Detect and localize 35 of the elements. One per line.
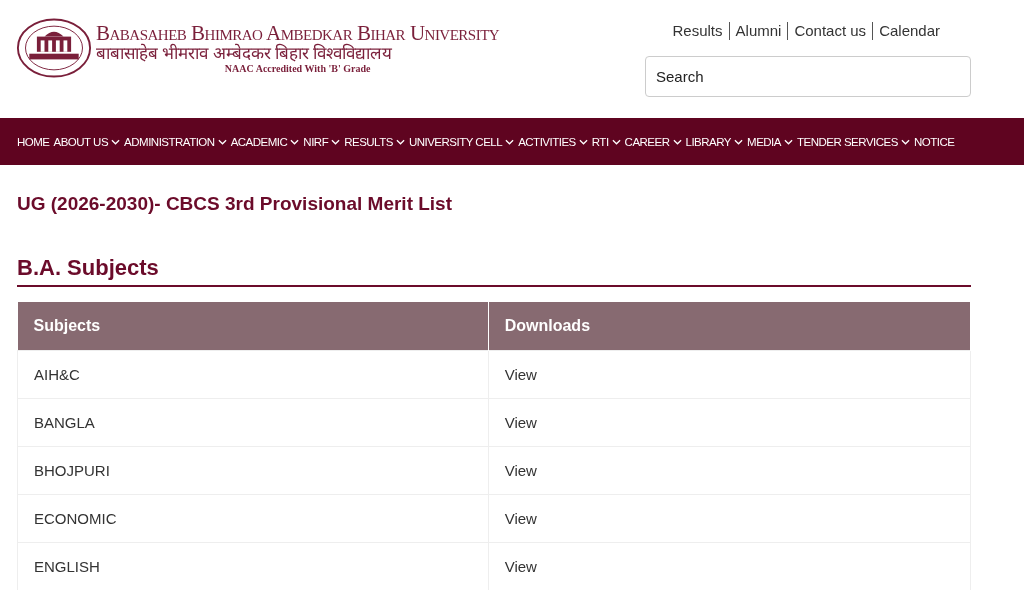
nav-item[interactable]: ACTIVITIES [518,135,588,148]
view-link[interactable]: View [488,350,971,399]
nav-item[interactable]: NOTICE [913,135,955,148]
table-cell: ENGLISH [17,542,489,590]
nav-item[interactable]: LIBRARY [685,135,744,148]
table-cell: ECONOMIC [17,494,489,543]
table-cell: AIH&C [17,350,489,399]
nav-item[interactable]: HOME [17,135,50,148]
nav-item[interactable]: RTI [591,135,621,148]
column-header: Subjects [17,302,489,351]
nav-item[interactable]: MEDIA [747,135,793,148]
view-link[interactable]: View [488,398,971,447]
nav-item[interactable]: UNIVERSITY CELL [408,135,515,148]
university-name-hindi: बाबासाहेब भीमराव अम्बेदकर बिहार विश्वविद्यालय [96,44,393,64]
nav-item[interactable]: RESULTS [344,135,405,148]
table-cell: BANGLA [17,398,489,447]
table-cell: BHOJPURI [17,446,489,495]
view-link[interactable]: View [488,446,971,495]
page-title: UG (2026-2030)- CBCS 3rd Provisional Merit List [17,193,453,215]
top-link[interactable]: Alumni [729,22,789,40]
column-header: Downloads [488,302,971,351]
top-link[interactable]: Results [666,22,730,40]
top-link[interactable]: Contact us [788,22,874,40]
view-link[interactable]: View [488,494,971,543]
nav-item[interactable]: ABOUT US [53,135,121,148]
nav-item[interactable]: NIRF [303,135,341,148]
nav-item[interactable]: ACADEMIC [230,135,300,148]
accreditation-text: NAAC Accredited With 'B' Grade [223,63,372,75]
search-field[interactable]: Search [645,56,971,97]
section-title: B.A. Subjects [17,255,971,287]
emblem-icon [16,16,92,80]
nav-item[interactable]: CAREER [624,135,682,148]
nav-item[interactable]: TENDER SERVICES [796,135,910,148]
top-link[interactable]: Calendar [873,22,946,40]
nav-item[interactable]: ADMINISTRATION [124,135,227,148]
